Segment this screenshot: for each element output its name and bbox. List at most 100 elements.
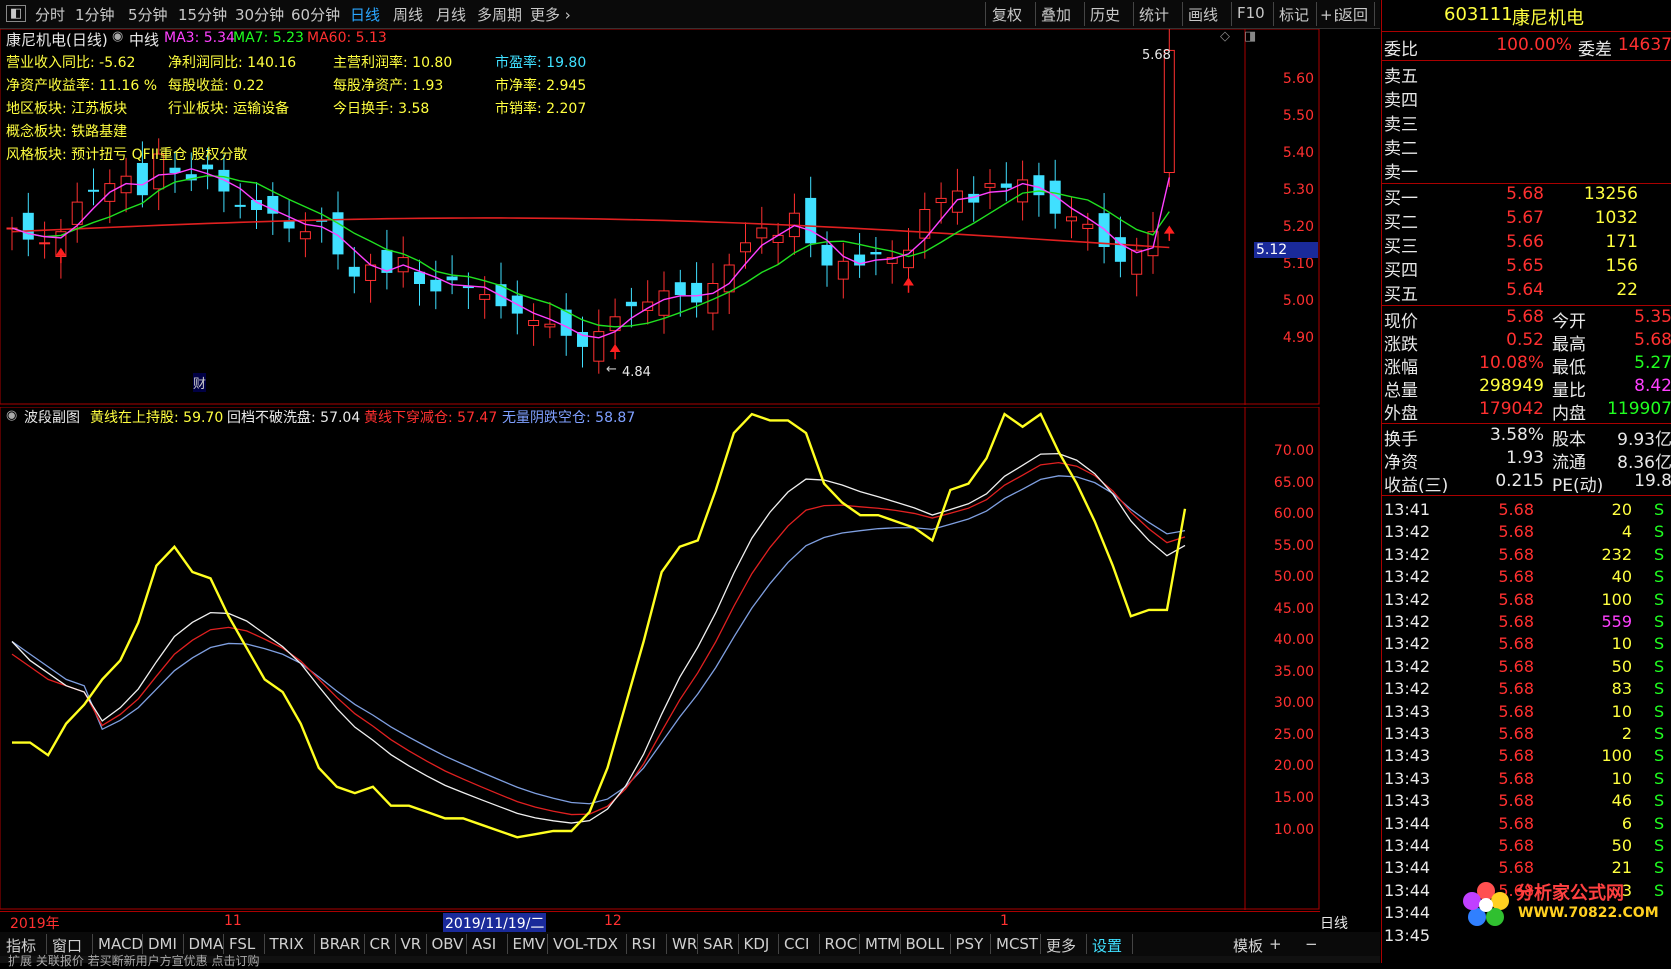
indicator-tab[interactable]: DMI [148, 935, 177, 953]
indicator-tab[interactable]: MACD [98, 935, 143, 953]
template-control[interactable]: − [1305, 935, 1318, 953]
history-button[interactable]: 历史 [1090, 4, 1120, 25]
tab-multi-period[interactable]: 多周期 [477, 4, 522, 25]
tick-price: 5.68 [1498, 791, 1534, 811]
tab-5min[interactable]: 5分钟 [128, 4, 168, 25]
indicator-tab[interactable]: CCI [784, 935, 809, 953]
indicator-tab[interactable]: ASI [472, 935, 496, 953]
bid-row: 买四 5.65 156 [1382, 256, 1671, 281]
tab-daily[interactable]: 日线 [350, 4, 380, 25]
statistics-button[interactable]: 统计 [1139, 4, 1169, 25]
tick-row: 13:42 5.68 559 S [1382, 612, 1671, 634]
kline-chart-panel[interactable]: 康尼机电(日线) ◉ 中线 MA3: 5.34 MA7: 5.23 MA60: … [0, 29, 1320, 405]
stat-label: 最低 [1552, 358, 1586, 378]
stat-row: 涨幅 10.08% 最低 5.27 [1382, 353, 1671, 378]
weibi-label: 委比 [1384, 40, 1418, 60]
bid-label: 买一 [1384, 189, 1418, 209]
back-button[interactable]: 返回 [1338, 4, 1369, 25]
ma3-line [11, 168, 1170, 339]
tick-volume: 10 [1611, 768, 1632, 788]
candle-body [821, 244, 833, 266]
candle-body [756, 227, 768, 239]
candle-body [1082, 223, 1094, 229]
f10-button[interactable]: F10 [1237, 4, 1265, 22]
draw-line-button[interactable]: 画线 [1188, 4, 1218, 25]
indicator-tab[interactable]: FSL [229, 935, 255, 953]
tab-fenshi[interactable]: 分时 [35, 4, 65, 25]
tab-more[interactable]: 更多 › [530, 4, 571, 25]
tick-row: 13:43 5.68 10 S [1382, 702, 1671, 724]
indicator-tab[interactable]: VOL-TDX [553, 935, 618, 953]
diamond-icon[interactable]: ◇ [1220, 29, 1230, 44]
tick-price: 5.68 [1498, 612, 1534, 631]
tick-time: 13:44 [1384, 813, 1431, 833]
mark-button[interactable]: 标记 [1279, 4, 1309, 25]
tab-30min[interactable]: 30分钟 [235, 4, 284, 25]
line-empty: 无量阴跌空仓: 58.87 [502, 410, 636, 426]
indicator-tab[interactable]: KDJ [744, 935, 770, 953]
tick-side: S [1654, 813, 1665, 833]
tick-price: 5.68 [1498, 724, 1534, 743]
candle-body [22, 212, 34, 240]
candle-body [446, 276, 458, 281]
indicator-tab[interactable]: DMA [189, 935, 224, 953]
subchart-toggle-icon[interactable]: ◉ [6, 408, 17, 423]
template-control[interactable]: + [1269, 935, 1282, 953]
candle-body [414, 271, 425, 285]
restore-rights-button[interactable]: 复权 [992, 4, 1022, 25]
band-subchart-panel[interactable]: ◉ 波段副图 黄线在上持股: 59.70 回档不破洗盘: 57.04 黄线下穿减… [0, 407, 1320, 910]
indicator-tab[interactable]: EMV [513, 935, 546, 953]
indicator-tab[interactable]: MCST [996, 935, 1038, 953]
stat-row: 外盘 179042 内盘 119907 [1382, 399, 1671, 424]
stat-row: 换手 3.58% 股本 9.93亿 [1382, 425, 1671, 450]
indicator-tab[interactable]: TRIX [270, 935, 304, 953]
overlay-button[interactable]: 叠加 [1041, 4, 1071, 25]
stat-row: 净资 1.93 流通 8.36亿 [1382, 448, 1671, 473]
info-profit-yoy: 净利润同比: 140.16 [168, 55, 297, 71]
indicator-tab[interactable]: MTM [865, 935, 900, 953]
stat-label: 涨幅 [1384, 358, 1418, 378]
period-label[interactable]: 中线 [129, 29, 159, 50]
band-subchart-canvas[interactable] [0, 407, 1320, 910]
candle-body [544, 323, 556, 328]
tab-monthly[interactable]: 月线 [436, 4, 466, 25]
indicator-tab[interactable]: VR [401, 935, 422, 953]
stat-value: 19.8 [1634, 471, 1671, 491]
ask-row: 卖三 [1382, 110, 1671, 135]
indicator-tab[interactable]: BRAR [320, 935, 361, 953]
candle-body [740, 242, 751, 253]
indicator-tab[interactable]: OBV [432, 935, 464, 953]
indicator-tab[interactable]: RSI [632, 935, 656, 953]
tick-time: 13:42 [1384, 522, 1431, 542]
tab-60min[interactable]: 60分钟 [291, 4, 340, 25]
indicator-tab[interactable]: 设置 [1092, 935, 1122, 956]
tick-row: 13:42 5.68 50 S [1382, 657, 1671, 679]
indicator-tab[interactable]: PSY [956, 935, 984, 953]
tick-side: S [1654, 567, 1665, 587]
blue-line [11, 475, 1186, 805]
indicator-tab[interactable]: BOLL [906, 935, 945, 953]
value-tick: 40.00 [1273, 632, 1314, 648]
tab-15min[interactable]: 15分钟 [178, 4, 227, 25]
tick-time: 13:43 [1384, 724, 1431, 743]
financial-marker[interactable]: 财 [193, 373, 207, 392]
stat-label: 净资 [1384, 453, 1418, 473]
tab-weekly[interactable]: 周线 [393, 4, 423, 25]
current-price-tag: 5.12 [1254, 242, 1318, 258]
indicator-tab[interactable]: CR [370, 935, 391, 953]
tick-row: 13:41 5.68 20 S [1382, 500, 1671, 522]
indicator-tab[interactable]: ROC [825, 935, 858, 953]
period-toggle-icon[interactable]: ◉ [112, 29, 123, 44]
bid-row: 买二 5.67 1032 [1382, 208, 1671, 233]
bid-row: 买三 5.66 171 [1382, 232, 1671, 257]
bid-row: 买五 5.64 22 [1382, 280, 1671, 305]
stat-label: 最高 [1552, 335, 1586, 355]
indicator-tab[interactable]: 更多 [1046, 935, 1076, 956]
separator [1040, 934, 1041, 954]
window-menu-icon[interactable]: ◧ [6, 5, 27, 22]
tick-price: 5.68 [1498, 567, 1534, 587]
indicator-tab[interactable]: SAR [703, 935, 733, 953]
indicator-tab[interactable]: WR [672, 935, 697, 953]
template-control[interactable]: 模板 [1233, 935, 1263, 956]
tab-1min[interactable]: 1分钟 [75, 4, 115, 25]
